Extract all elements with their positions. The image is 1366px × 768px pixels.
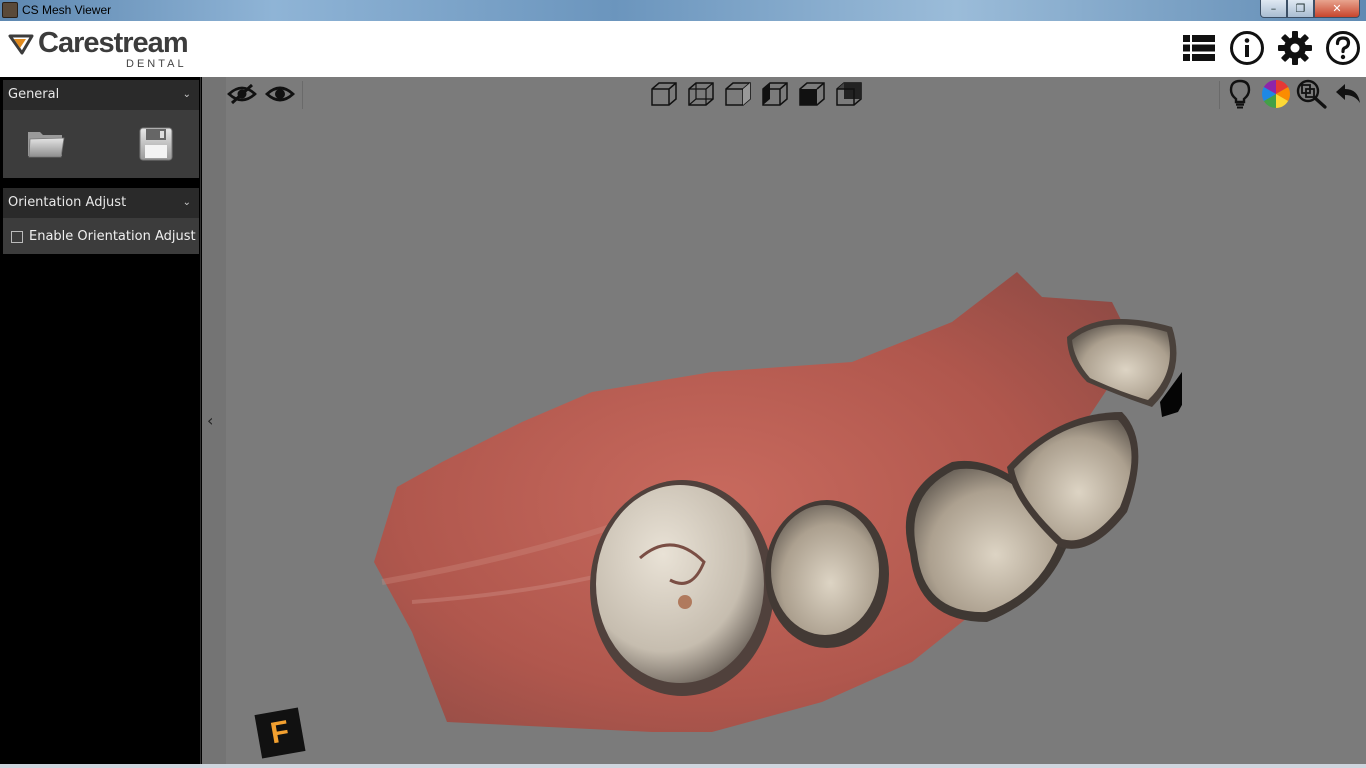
hide-icon[interactable]	[226, 79, 258, 109]
app-icon	[2, 2, 18, 18]
view-cube-left-icon[interactable]	[685, 79, 717, 109]
view-cube-front-icon[interactable]	[648, 79, 680, 109]
undo-icon[interactable]	[1332, 79, 1364, 109]
logo-mark-icon	[8, 34, 34, 55]
app-header: Carestream DENTAL	[0, 21, 1366, 77]
light-bulb-icon[interactable]	[1224, 79, 1256, 109]
toolbar-separator	[1219, 81, 1220, 109]
save-icon[interactable]	[135, 124, 177, 164]
enable-orientation-adjust-checkbox[interactable]	[11, 230, 23, 243]
left-sidebar: General ⌄ Orientation Adjust ⌄ Enable Or…	[0, 77, 201, 768]
enable-orientation-adjust-label: Enable Orientation Adjust	[29, 229, 196, 244]
zoom-fit-icon[interactable]	[1296, 79, 1328, 109]
view-cube-bottom-icon[interactable]	[833, 79, 865, 109]
help-icon[interactable]	[1324, 29, 1362, 67]
dental-mesh-model[interactable]	[352, 262, 1182, 732]
title-bar: CS Mesh Viewer – ❐ ✕	[0, 0, 1366, 21]
gear-icon[interactable]	[1276, 29, 1314, 67]
open-folder-icon[interactable]	[25, 124, 67, 164]
maximize-button[interactable]: ❐	[1287, 0, 1314, 18]
orientation-panel-header[interactable]: Orientation Adjust ⌄	[3, 188, 199, 218]
chevron-down-icon: ⌄	[182, 197, 191, 208]
mesh-viewport[interactable]: ‹ F	[202, 77, 1366, 768]
close-button[interactable]: ✕	[1314, 0, 1360, 18]
general-panel-body	[3, 110, 199, 178]
view-cube-right-icon[interactable]	[722, 79, 754, 109]
chevron-down-icon: ⌄	[182, 89, 191, 100]
show-icon[interactable]	[264, 79, 296, 109]
orientation-panel-body: Enable Orientation Adjust	[3, 218, 199, 254]
toolbar-separator	[302, 81, 303, 109]
info-icon[interactable]	[1228, 29, 1266, 67]
view-cube-back-icon[interactable]	[759, 79, 791, 109]
window-title: CS Mesh Viewer	[22, 3, 112, 17]
orientation-tag: F	[254, 707, 306, 759]
general-panel-header[interactable]: General ⌄	[3, 80, 199, 110]
view-cube-top-icon[interactable]	[796, 79, 828, 109]
list-icon[interactable]	[1180, 29, 1218, 67]
brand-sub: DENTAL	[126, 58, 187, 70]
color-wheel-icon[interactable]	[1260, 79, 1292, 109]
general-panel-title: General	[8, 87, 60, 102]
taskbar-edge	[0, 764, 1366, 768]
minimize-button[interactable]: –	[1260, 0, 1287, 18]
chevron-left-icon[interactable]: ‹	[207, 411, 213, 430]
app-window: CS Mesh Viewer – ❐ ✕ Carestream DENTAL G…	[0, 0, 1366, 768]
enable-orientation-adjust-row[interactable]: Enable Orientation Adjust	[11, 229, 196, 244]
sidebar-collapse-strip[interactable]: ‹	[202, 77, 226, 768]
brand-name: Carestream	[38, 27, 189, 59]
orientation-panel-title: Orientation Adjust	[8, 195, 127, 210]
